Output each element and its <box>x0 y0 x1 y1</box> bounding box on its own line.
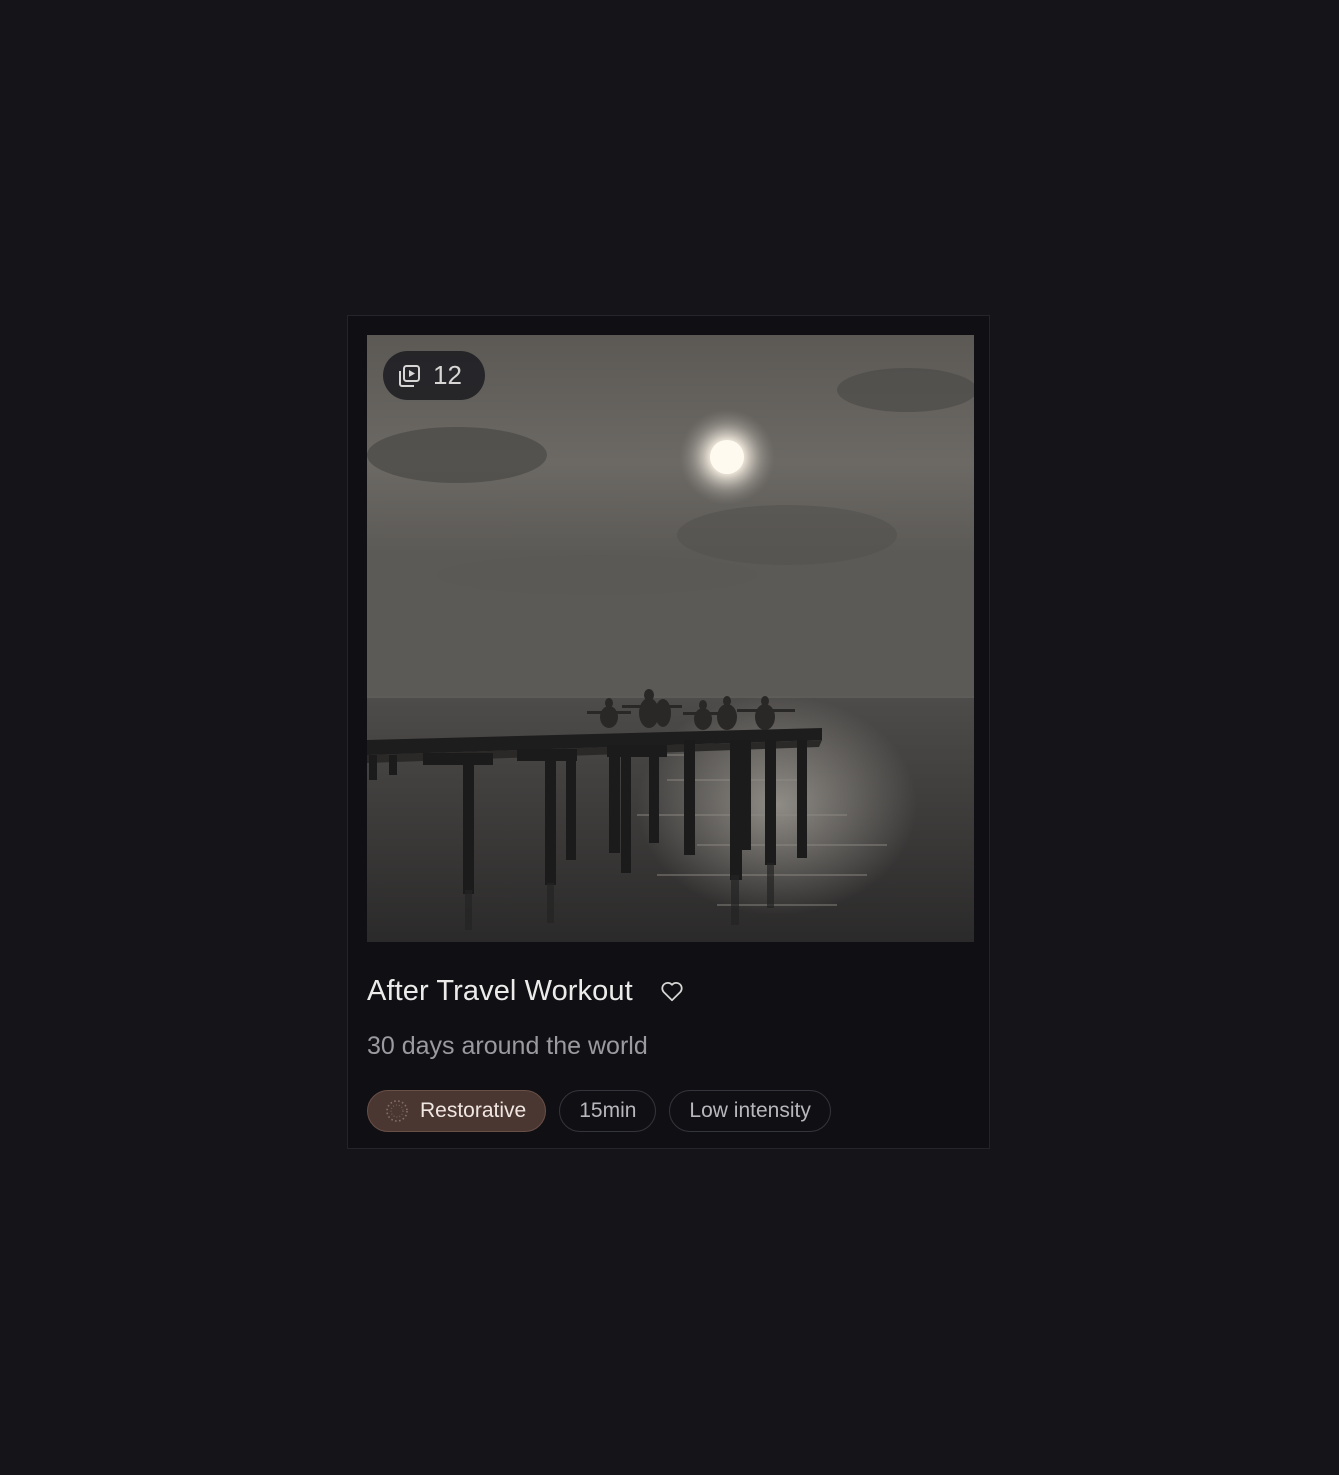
video-stack-icon <box>397 364 421 388</box>
tag-duration[interactable]: 15min <box>559 1090 657 1132</box>
dotted-circle-icon <box>384 1098 410 1124</box>
sunset-pier-image <box>367 335 974 942</box>
title-row: After Travel Workout <box>367 971 685 1011</box>
workout-title[interactable]: After Travel Workout <box>367 975 633 1008</box>
tag-label: Restorative <box>420 1099 527 1122</box>
video-count: 12 <box>433 360 462 390</box>
workout-card[interactable]: 12 After Travel Workout 30 days around t… <box>347 315 990 1149</box>
workout-subtitle: 30 days around the world <box>367 1032 648 1060</box>
tag-label: 15min <box>579 1099 637 1122</box>
heart-outline-icon[interactable] <box>659 978 685 1004</box>
tag-restorative[interactable]: Restorative <box>367 1090 547 1132</box>
tag-label: Low intensity <box>689 1099 811 1122</box>
tag-intensity[interactable]: Low intensity <box>669 1090 831 1132</box>
workout-thumbnail[interactable]: 12 <box>367 335 974 942</box>
tag-list: Restorative 15min Low intensity <box>367 1090 831 1132</box>
video-count-badge: 12 <box>383 351 485 400</box>
